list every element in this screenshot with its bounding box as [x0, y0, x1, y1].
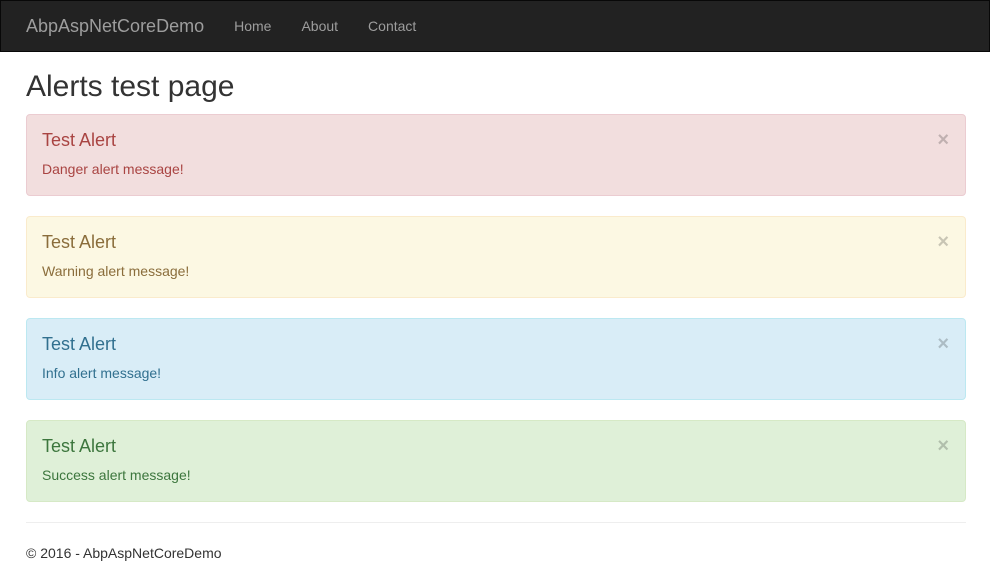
nav-link-about[interactable]: About: [286, 1, 353, 51]
footer-divider: [26, 522, 966, 523]
alert-message: Success alert message!: [42, 467, 191, 483]
navbar: AbpAspNetCoreDemo Home About Contact: [0, 0, 990, 52]
alert-title: Test Alert: [42, 232, 117, 252]
close-icon[interactable]: ×: [937, 333, 949, 355]
navbar-brand[interactable]: AbpAspNetCoreDemo: [26, 16, 204, 37]
alert-warning: Test Alert Warning alert message! ×: [26, 216, 966, 298]
alert-danger: Test Alert Danger alert message! ×: [26, 114, 966, 196]
close-icon[interactable]: ×: [937, 435, 949, 457]
footer-text: © 2016 - AbpAspNetCoreDemo: [26, 545, 222, 561]
alert-message: Info alert message!: [42, 365, 162, 381]
alert-title: Test Alert: [42, 130, 117, 150]
alert-info: Test Alert Info alert message! ×: [26, 318, 966, 400]
alert-message: Danger alert message!: [42, 161, 184, 177]
main-container: Alerts test page Test Alert Danger alert…: [26, 52, 966, 561]
alert-message: Warning alert message!: [42, 263, 190, 279]
close-icon[interactable]: ×: [937, 129, 949, 151]
nav-link-home[interactable]: Home: [219, 1, 286, 51]
nav-links: Home About Contact: [219, 1, 431, 51]
alert-title: Test Alert: [42, 436, 117, 456]
alert-title: Test Alert: [42, 334, 117, 354]
nav-link-contact[interactable]: Contact: [353, 1, 431, 51]
alert-success: Test Alert Success alert message! ×: [26, 420, 966, 502]
page-title: Alerts test page: [26, 70, 235, 103]
close-icon[interactable]: ×: [937, 231, 949, 253]
